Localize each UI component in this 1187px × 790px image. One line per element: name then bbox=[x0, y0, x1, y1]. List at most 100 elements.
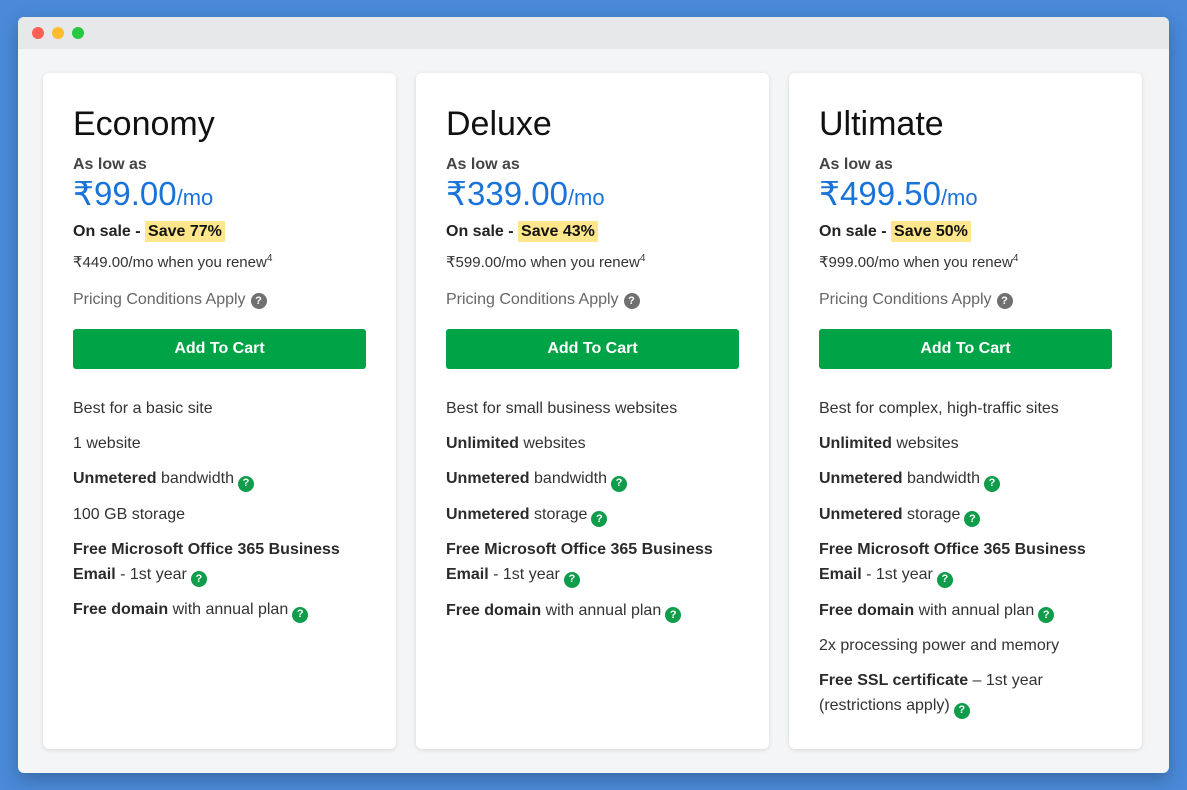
feature-highlight: Unmetered bbox=[819, 470, 903, 487]
feature-item: Unmetered bandwidth? bbox=[73, 466, 366, 492]
feature-text: Best for complex, high-traffic sites bbox=[819, 400, 1059, 417]
price-period: /mo bbox=[567, 185, 605, 210]
feature-text: Best for small business websites bbox=[446, 400, 678, 417]
as-low-as-label: As low as bbox=[819, 156, 893, 173]
renew-footnote: 4 bbox=[266, 253, 273, 264]
feature-list: Best for a basic site 1 website Unmetered … bbox=[73, 396, 366, 623]
feature-item: Unmetered storage? bbox=[446, 502, 739, 527]
help-icon[interactable]: ? bbox=[623, 293, 640, 309]
sale-row: On sale - Save 77% bbox=[73, 219, 366, 245]
help-icon[interactable]: ? bbox=[665, 607, 682, 623]
help-icon[interactable]: ? bbox=[964, 511, 981, 527]
feature-text: 2x processing power and memory bbox=[819, 637, 1060, 654]
add-to-cart-button[interactable]: Add To Cart bbox=[73, 329, 366, 369]
price-row: ₹499.50/mo bbox=[819, 176, 1112, 219]
sale-price: ₹499.50 bbox=[819, 175, 941, 212]
help-icon[interactable]: ? bbox=[610, 475, 627, 492]
feature-item: Best for a basic site bbox=[73, 396, 366, 421]
feature-item: Free domain with annual plan? bbox=[73, 597, 366, 623]
feature-item: Unlimited websites bbox=[446, 431, 739, 456]
feature-text: 100 GB storage bbox=[73, 505, 186, 523]
price-period: /mo bbox=[940, 185, 978, 210]
feature-item: Free Microsoft Office 365 Business Email… bbox=[446, 537, 739, 588]
minimize-dot[interactable] bbox=[52, 27, 64, 39]
feature-text: websites bbox=[891, 435, 959, 452]
price-row: ₹339.00/mo bbox=[446, 176, 739, 219]
feature-text: storage bbox=[529, 505, 588, 523]
help-icon[interactable]: ? bbox=[237, 475, 254, 492]
price-row: ₹99.00/mo bbox=[73, 176, 366, 219]
renew-footnote: 4 bbox=[1012, 253, 1019, 264]
feature-item: Best for small business websites bbox=[446, 396, 739, 421]
feature-list: Best for complex, high-traffic sites Unli… bbox=[819, 396, 1112, 719]
feature-item: Free Microsoft Office 365 Business Email… bbox=[819, 537, 1112, 588]
feature-highlight: Unmetered bbox=[73, 470, 157, 487]
help-icon[interactable]: ? bbox=[1038, 607, 1055, 623]
save-badge: Save 50% bbox=[891, 221, 971, 242]
plan-card: Deluxe As low as ₹339.00/mo On sale - Save … bbox=[416, 73, 769, 749]
maximize-dot[interactable] bbox=[72, 27, 84, 39]
plan-name: Deluxe bbox=[446, 105, 552, 143]
plan-card: Economy As low as ₹99.00/mo On sale - Save … bbox=[43, 73, 396, 749]
feature-item: Best for complex, high-traffic sites bbox=[819, 396, 1112, 421]
renew-price: ₹999.00/mo when you renew4 bbox=[819, 245, 1112, 277]
plan-name: Ultimate bbox=[819, 105, 944, 143]
plan-name: Economy bbox=[73, 105, 215, 143]
renew-text: ₹999.00/mo when you renew bbox=[819, 254, 1013, 271]
help-icon[interactable]: ? bbox=[983, 475, 1000, 492]
price-period: /mo bbox=[176, 185, 214, 210]
feature-highlight: Unmetered bbox=[446, 505, 530, 523]
feature-highlight: Unmetered bbox=[446, 470, 530, 487]
feature-text: websites bbox=[518, 435, 586, 452]
pricing-conditions-label[interactable]: Pricing Conditions Apply bbox=[819, 290, 992, 310]
close-dot[interactable] bbox=[32, 27, 44, 39]
add-to-cart-button[interactable]: Add To Cart bbox=[819, 329, 1112, 369]
feature-text: - 1st year bbox=[488, 566, 560, 583]
feature-text: storage bbox=[902, 505, 961, 523]
renew-price: ₹449.00/mo when you renew4 bbox=[73, 245, 366, 277]
feature-text: with annual plan bbox=[168, 601, 289, 618]
on-sale-label: On sale - bbox=[819, 223, 892, 240]
feature-item: Free domain with annual plan? bbox=[446, 598, 739, 623]
add-to-cart-button[interactable]: Add To Cart bbox=[446, 329, 739, 369]
sale-row: On sale - Save 50% bbox=[819, 219, 1112, 245]
renew-price: ₹599.00/mo when you renew4 bbox=[446, 245, 739, 277]
on-sale-label: On sale - bbox=[446, 223, 519, 240]
pricing-conditions-label[interactable]: Pricing Conditions Apply bbox=[446, 290, 619, 310]
feature-item: Unmetered bandwidth? bbox=[819, 466, 1112, 492]
pricing-conditions[interactable]: Pricing Conditions Apply? bbox=[446, 290, 739, 310]
pricing-conditions[interactable]: Pricing Conditions Apply? bbox=[73, 290, 366, 310]
feature-item: Unmetered bandwidth? bbox=[446, 466, 739, 492]
feature-item: Free Microsoft Office 365 Business Email… bbox=[73, 537, 366, 587]
feature-highlight: Free SSL certificate bbox=[819, 672, 969, 689]
help-icon[interactable]: ? bbox=[190, 571, 207, 587]
feature-text: - 1st year bbox=[115, 565, 187, 583]
on-sale-label: On sale - bbox=[73, 223, 146, 240]
feature-text: bandwidth bbox=[529, 470, 607, 487]
plan-card: Ultimate As low as ₹499.50/mo On sale - Sav… bbox=[789, 73, 1142, 749]
feature-list: Best for small business websites Unlimite… bbox=[446, 396, 739, 623]
feature-text: 1 website bbox=[73, 435, 141, 452]
feature-highlight: Free domain bbox=[73, 601, 169, 618]
pricing-conditions[interactable]: Pricing Conditions Apply? bbox=[819, 290, 1112, 310]
feature-text: bandwidth bbox=[156, 470, 234, 487]
help-icon[interactable]: ? bbox=[953, 702, 970, 719]
help-icon[interactable]: ? bbox=[292, 606, 309, 623]
feature-highlight: Unlimited bbox=[819, 435, 892, 452]
help-icon[interactable]: ? bbox=[996, 293, 1013, 309]
feature-highlight: Unmetered bbox=[819, 505, 903, 523]
save-badge: Save 77% bbox=[145, 221, 225, 242]
title-bar bbox=[18, 17, 1169, 49]
help-icon[interactable]: ? bbox=[250, 293, 267, 309]
help-icon[interactable]: ? bbox=[563, 571, 580, 588]
feature-text: with annual plan bbox=[541, 601, 662, 619]
feature-highlight: Free domain bbox=[446, 601, 542, 619]
feature-highlight: Free domain bbox=[819, 601, 915, 619]
help-icon[interactable]: ? bbox=[936, 571, 953, 588]
help-icon[interactable]: ? bbox=[591, 511, 608, 527]
pricing-conditions-label[interactable]: Pricing Conditions Apply bbox=[73, 290, 246, 310]
sale-row: On sale - Save 43% bbox=[446, 219, 739, 245]
feature-text: - 1st year bbox=[861, 566, 933, 583]
feature-item: Free domain with annual plan? bbox=[819, 598, 1112, 623]
renew-text: ₹599.00/mo when you renew bbox=[446, 254, 640, 271]
